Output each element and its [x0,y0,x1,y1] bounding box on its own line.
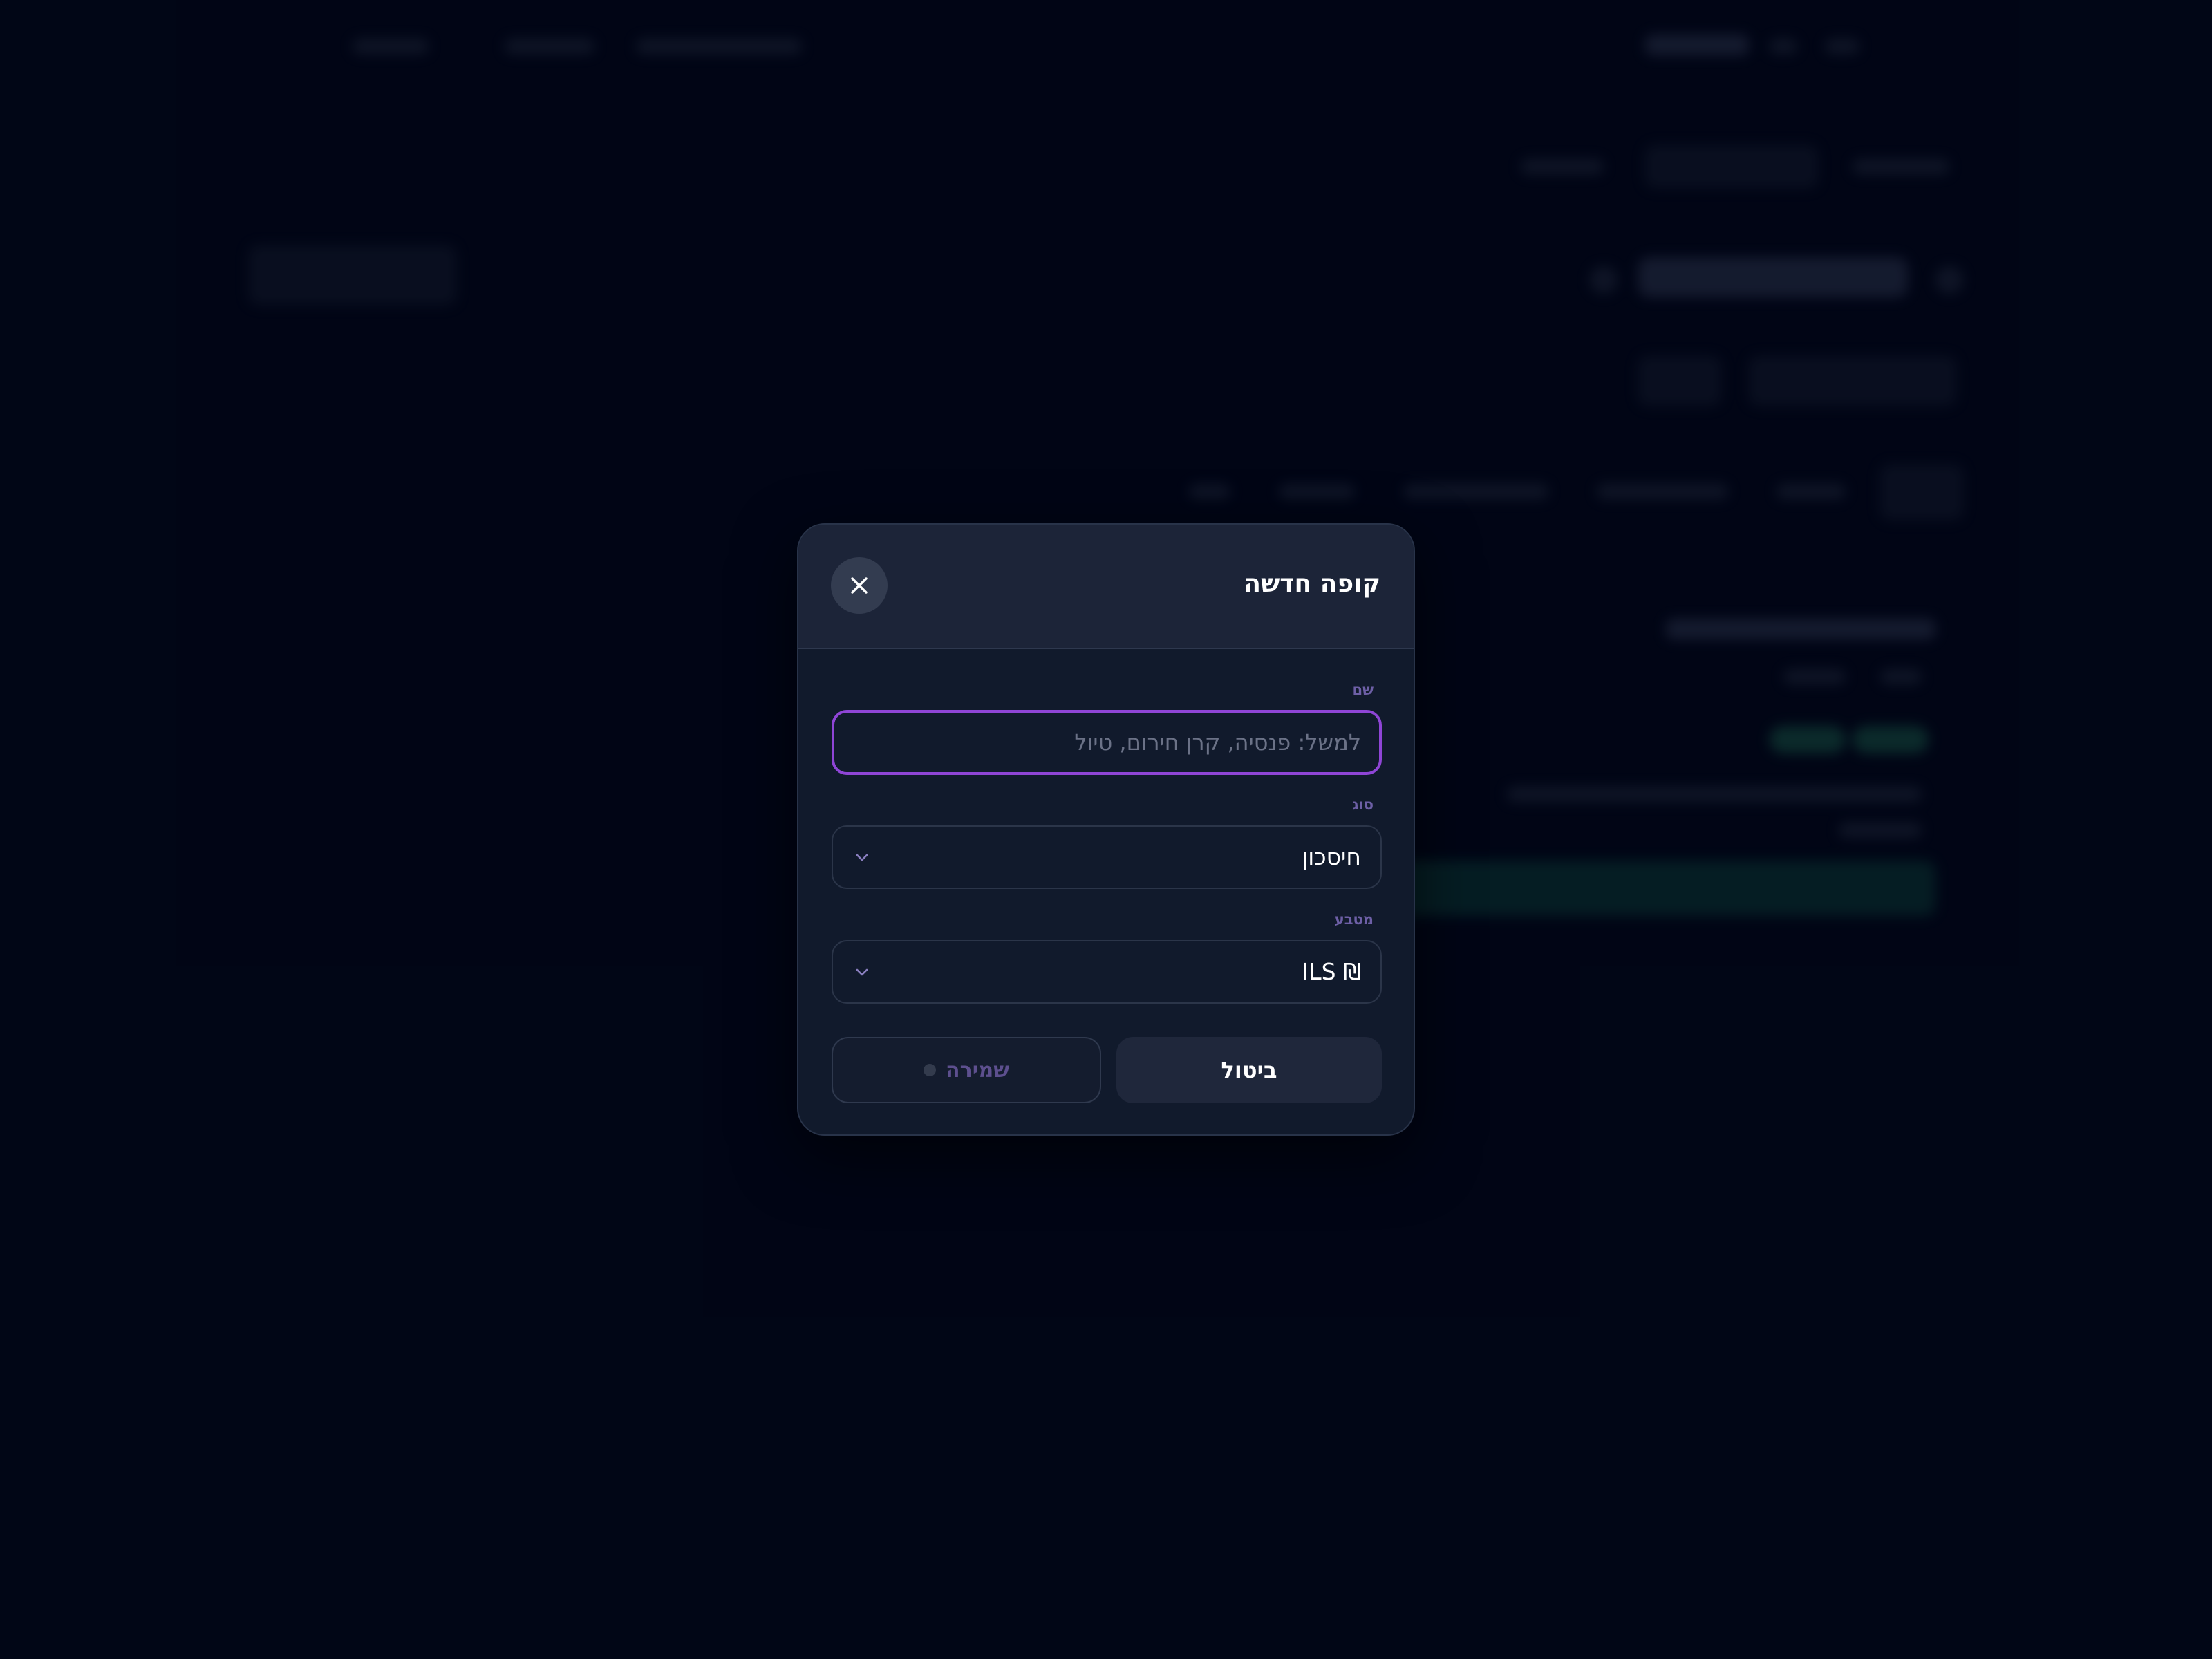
close-icon [851,577,868,594]
save-button-label: שמירה [946,1058,1009,1082]
close-button[interactable] [831,557,888,614]
currency-select[interactable]: ₪ ILS [832,940,1382,1004]
new-fund-dialog: קופה חדשה שם סוג חיסכון מטבע ₪ ILS ביטול… [797,523,1415,1136]
currency-select-value: ₪ ILS [1302,958,1361,985]
type-select[interactable]: חיסכון [832,825,1382,889]
type-label: סוג [1352,796,1374,813]
name-label: שם [1352,682,1374,698]
save-button[interactable]: שמירה [832,1037,1101,1103]
currency-label: מטבע [1334,911,1374,928]
type-select-value: חיסכון [1302,843,1361,870]
dialog-title: קופה חדשה [1244,570,1380,598]
name-input[interactable] [832,710,1382,775]
chevron-down-icon [856,854,868,861]
dialog-header: קופה חדשה [798,525,1414,649]
chevron-down-icon [856,968,868,976]
cancel-button[interactable]: ביטול [1116,1037,1382,1103]
loading-spinner-icon [924,1064,937,1076]
